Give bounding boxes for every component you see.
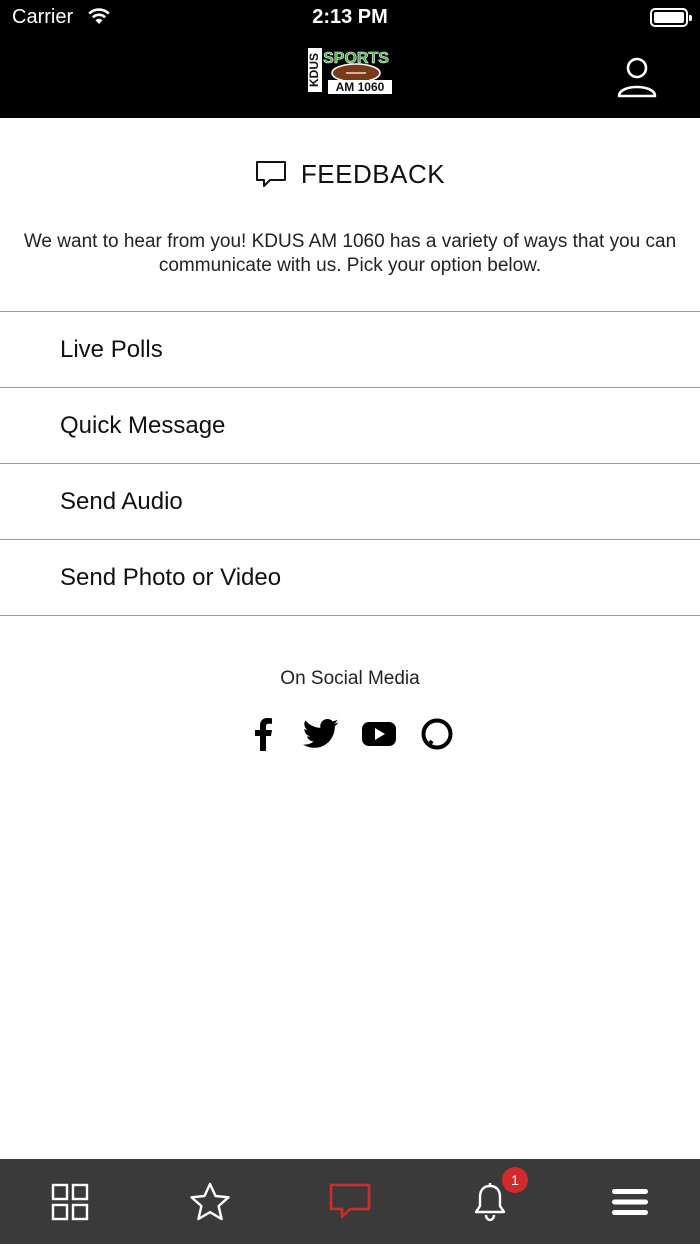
star-icon [190,1182,230,1220]
tab-notifications[interactable]: 1 [420,1159,560,1244]
option-send-photo-video[interactable]: Send Photo or Video [0,540,700,616]
page-title: FEEDBACK [300,158,446,189]
svg-text:KDUS: KDUS [307,53,321,87]
account-button[interactable] [614,54,660,100]
grid-icon [51,1183,89,1220]
option-quick-message[interactable]: Quick Message [0,388,700,464]
app-header: Carrier 2:13 PM KDUS SPORTS AM 1060 [0,0,700,118]
tab-menu[interactable] [560,1159,700,1244]
station-logo: KDUS SPORTS AM 1060 [306,46,394,96]
chat-icon [329,1183,371,1218]
svg-text:AM 1060: AM 1060 [336,80,385,94]
battery-icon [650,8,692,27]
youtube-icon[interactable] [361,716,397,752]
option-live-polls[interactable]: Live Polls [0,312,700,388]
feedback-intro: We want to hear from you! KDUS AM 1060 h… [23,231,677,276]
bottom-tab-bar: 1 [0,1159,700,1244]
bell-icon [474,1182,506,1221]
clock: 2:13 PM [312,6,388,28]
tab-home[interactable] [0,1159,140,1244]
social-links [0,716,700,756]
social-media-label: On Social Media [280,668,420,689]
svg-text:SPORTS: SPORTS [323,50,389,67]
user-icon [617,57,657,98]
feedback-options-list: Live Polls Quick Message Send Audio Send… [0,311,700,616]
feedback-heading: FEEDBACK [0,150,700,198]
chat-bubble-icon [255,161,286,187]
menu-icon [612,1188,648,1215]
tab-favorites[interactable] [140,1159,280,1244]
option-send-audio[interactable]: Send Audio [0,464,700,540]
status-bar: Carrier 2:13 PM [0,0,700,36]
twitter-icon[interactable] [303,716,339,752]
facebook-icon[interactable] [245,716,281,752]
tab-feedback[interactable] [280,1159,420,1244]
notification-badge: 1 [502,1167,528,1193]
alexa-icon[interactable] [419,716,455,752]
